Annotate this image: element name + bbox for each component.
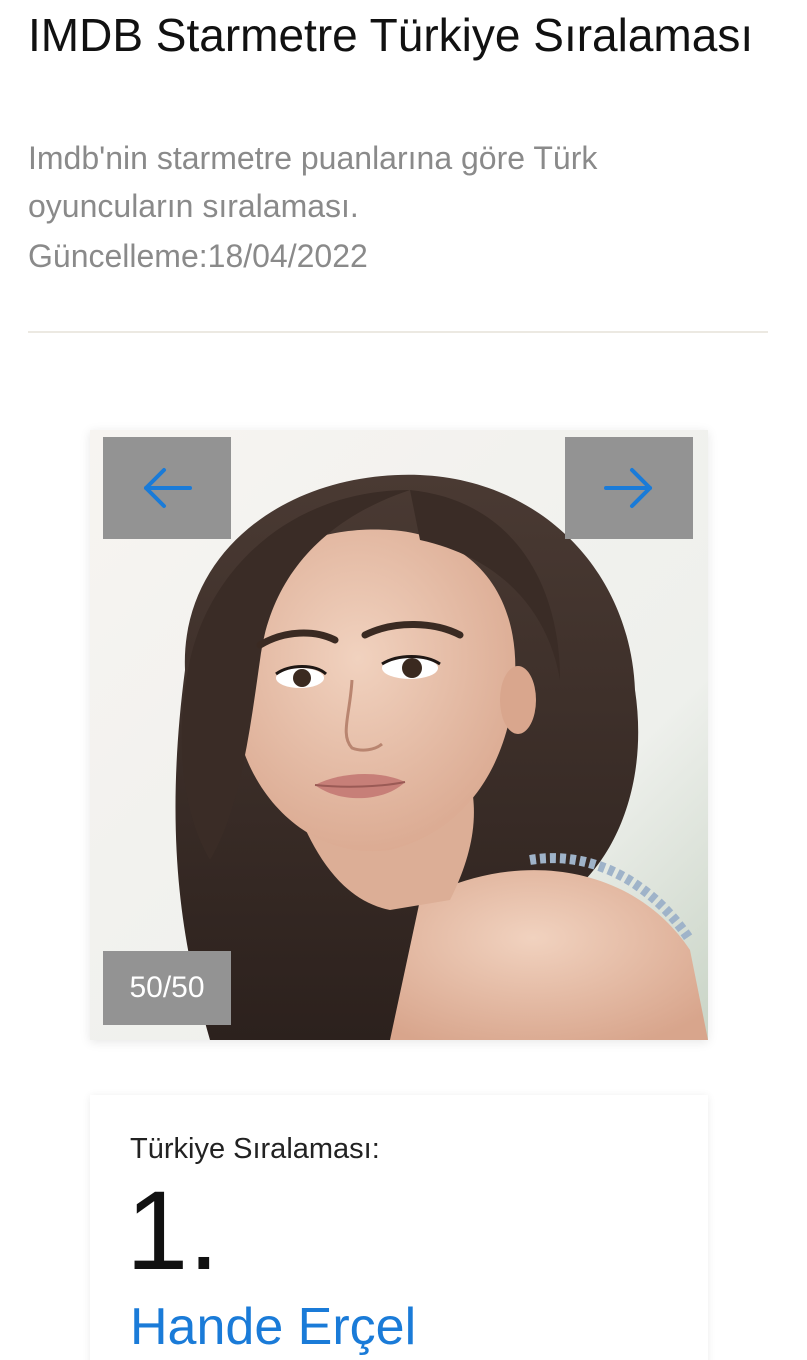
divider — [28, 331, 768, 333]
rank-number: 1. — [126, 1168, 220, 1293]
photo-slider: 50/50 — [90, 430, 708, 1040]
actor-name-link[interactable]: Hande Erçel — [130, 1295, 416, 1359]
page: IMDB Starmetre Türkiye Sıralaması Imdb'n… — [0, 0, 807, 1360]
slider-prev-button[interactable] — [103, 437, 231, 539]
slider-next-button[interactable] — [565, 437, 693, 539]
arrow-right-icon — [604, 468, 652, 508]
rank-card: Türkiye Sıralaması: 1. Hande Erçel — [90, 1095, 708, 1360]
rank-label: Türkiye Sıralaması: — [130, 1133, 380, 1165]
page-subtitle: Imdb'nin starmetre puanlarına göre Türk … — [28, 140, 598, 224]
update-date: Güncelleme:18/04/2022 — [28, 238, 368, 274]
arrow-left-icon — [144, 468, 192, 508]
page-title: IMDB Starmetre Türkiye Sıralaması — [28, 9, 754, 61]
slide-counter: 50/50 — [103, 951, 231, 1025]
